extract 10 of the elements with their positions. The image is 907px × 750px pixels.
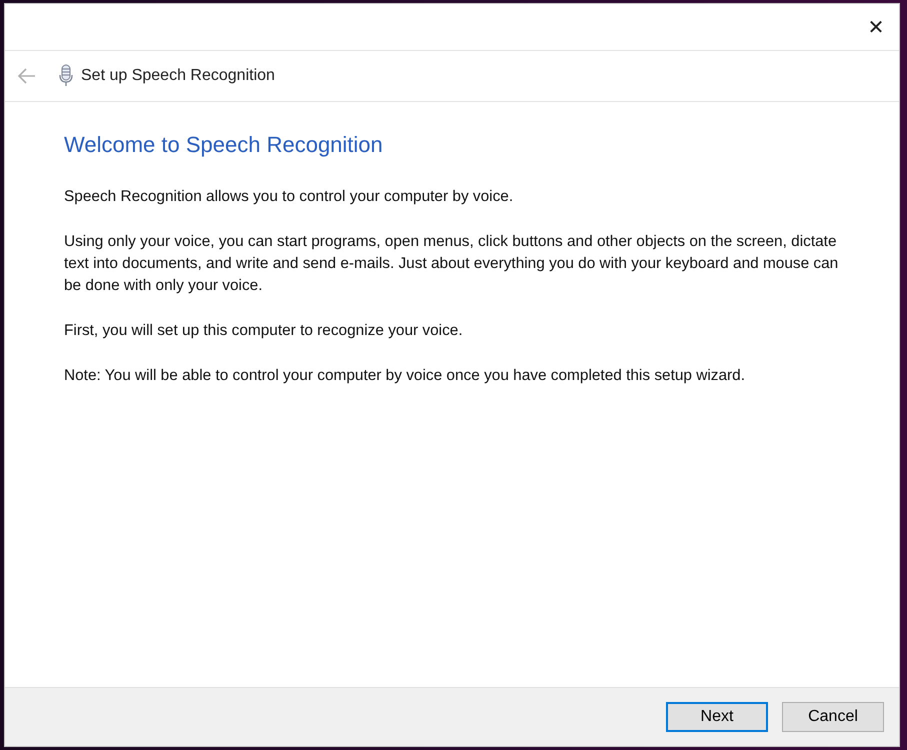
body-paragraph: Note: You will be able to control your computer by voice once you have completed this setup wizard. — [64, 366, 746, 386]
body-paragraph: Speech Recognition allows you to control your computer by voice. — [64, 187, 514, 207]
dialog-button[interactable]: Cancel — [782, 702, 884, 732]
default-button[interactable]: Next — [666, 702, 768, 732]
microphone-icon — [59, 64, 73, 88]
body-paragraph: Using only your voice, you can start programs, open menus, click buttons and other objects on the screen, dictate text into documents, and write and send e-mails. Just about everything you do with your keyboard and mouse can be done with only your voice. — [64, 232, 840, 296]
window-title: Set up Speech Recognition — [81, 67, 275, 85]
body-paragraph: First, you will set up this computer to recognize your voice. — [64, 321, 464, 341]
page-heading: Welcome to Speech Recognition — [64, 132, 384, 158]
close-button[interactable]: ✕ — [853, 4, 899, 50]
